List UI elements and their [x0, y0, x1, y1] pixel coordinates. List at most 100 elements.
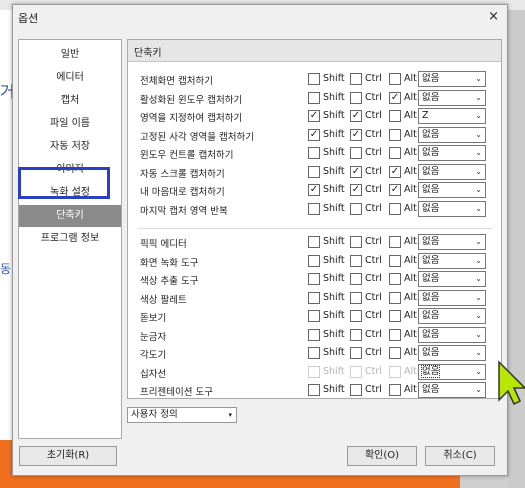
- ctrl-checkbox[interactable]: [350, 310, 362, 322]
- nav-item[interactable]: 파일 이름: [19, 113, 121, 135]
- shortcut-label: 영역을 지정하여 캡처하기: [140, 113, 243, 124]
- key-select-value: 없음: [422, 254, 440, 266]
- key-select[interactable]: 없음 ⌄: [418, 182, 486, 198]
- key-select[interactable]: 없음 ⌄: [418, 252, 486, 269]
- reset-button[interactable]: 초기화(R): [19, 446, 117, 466]
- alt-checkbox[interactable]: [389, 236, 401, 248]
- alt-checkbox[interactable]: ✓: [389, 165, 401, 178]
- nav-item[interactable]: 캡처: [19, 90, 121, 112]
- ctrl-checkbox[interactable]: [350, 384, 362, 396]
- key-select[interactable]: 없음 ⌄: [418, 326, 486, 343]
- shift-checkbox[interactable]: [308, 165, 320, 178]
- ctrl-checkbox[interactable]: [350, 273, 362, 285]
- shift-checkbox[interactable]: ✓: [308, 110, 320, 122]
- key-select[interactable]: 없음 ⌄: [418, 308, 486, 324]
- shortcut-label: 눈금자: [140, 331, 167, 343]
- key-select[interactable]: 없음 ⌄: [418, 289, 486, 306]
- ctrl-checkbox[interactable]: ✓: [350, 128, 362, 141]
- ctrl-label: Ctrl: [365, 273, 382, 284]
- shift-checkbox[interactable]: [308, 73, 320, 85]
- ctrl-checkbox[interactable]: [350, 91, 362, 104]
- alt-checkbox[interactable]: [389, 384, 401, 396]
- key-select[interactable]: 없음 ⌄: [418, 126, 486, 143]
- shift-checkbox[interactable]: [308, 273, 320, 285]
- key-select-value: 없음: [422, 165, 440, 177]
- nav-item[interactable]: 프로그램 정보: [19, 228, 121, 250]
- ctrl-checkbox[interactable]: [350, 202, 362, 215]
- shift-checkbox[interactable]: [308, 347, 320, 359]
- dialog-title: 옵션: [18, 12, 39, 25]
- key-select[interactable]: 없음 ⌄: [418, 89, 486, 106]
- ctrl-label: Ctrl: [365, 91, 382, 103]
- nav-item[interactable]: 에디터: [19, 67, 121, 89]
- nav-item[interactable]: 이미지: [19, 159, 121, 181]
- alt-checkbox[interactable]: [389, 310, 401, 322]
- shift-checkbox[interactable]: [308, 147, 320, 159]
- shift-checkbox[interactable]: [308, 384, 320, 396]
- ctrl-label: Ctrl: [365, 147, 382, 158]
- nav-item[interactable]: 단축키: [19, 205, 121, 227]
- key-select[interactable]: 없음 ⌄: [418, 145, 486, 161]
- shift-checkbox[interactable]: ✓: [308, 184, 320, 196]
- key-select[interactable]: 없음 ⌄: [418, 234, 486, 250]
- key-select-value: 없음: [422, 73, 440, 84]
- key-select[interactable]: Z ⌄: [418, 108, 486, 124]
- ctrl-checkbox[interactable]: [350, 73, 362, 85]
- cancel-button[interactable]: 취소(C): [425, 446, 495, 466]
- ctrl-checkbox[interactable]: [350, 236, 362, 248]
- ctrl-checkbox[interactable]: [350, 328, 362, 341]
- close-icon[interactable]: ×: [488, 9, 499, 24]
- shift-checkbox[interactable]: [308, 291, 320, 304]
- alt-checkbox[interactable]: [389, 147, 401, 159]
- nav-item[interactable]: 자동 저장: [19, 136, 121, 158]
- alt-label: Alt: [404, 347, 417, 358]
- alt-checkbox[interactable]: ✓: [389, 91, 401, 104]
- alt-checkbox[interactable]: [389, 73, 401, 85]
- key-select[interactable]: 없음 ⌄: [418, 271, 486, 287]
- chevron-down-icon: ⌄: [475, 348, 482, 357]
- alt-checkbox[interactable]: [389, 347, 401, 359]
- alt-checkbox[interactable]: [389, 254, 401, 267]
- ctrl-checkbox[interactable]: [350, 254, 362, 267]
- key-select[interactable]: 없음 ⌄: [418, 345, 486, 361]
- ctrl-checkbox[interactable]: [350, 291, 362, 304]
- key-select[interactable]: 없음 ⌄: [418, 200, 486, 217]
- alt-checkbox[interactable]: [389, 273, 401, 285]
- ok-button[interactable]: 확인(O): [347, 446, 417, 466]
- chevron-down-icon: ⌄: [475, 274, 482, 283]
- alt-checkbox[interactable]: ✓: [389, 184, 401, 196]
- ctrl-checkbox[interactable]: [350, 147, 362, 159]
- shift-checkbox[interactable]: [308, 254, 320, 267]
- shortcut-label: 활성화된 윈도우 캡처하기: [140, 94, 243, 106]
- alt-checkbox[interactable]: [389, 328, 401, 341]
- ctrl-checkbox[interactable]: ✓: [350, 184, 362, 196]
- shift-checkbox[interactable]: [308, 236, 320, 248]
- shift-checkbox[interactable]: [308, 202, 320, 215]
- alt-checkbox[interactable]: [389, 202, 401, 215]
- ctrl-checkbox[interactable]: ✓: [350, 110, 362, 122]
- shift-checkbox[interactable]: [308, 91, 320, 104]
- chevron-down-icon: ⌄: [475, 255, 482, 265]
- alt-label: Alt: [404, 236, 417, 247]
- key-select[interactable]: 없음 ⌄: [418, 363, 486, 380]
- alt-label: Alt: [404, 365, 417, 377]
- shift-checkbox[interactable]: [308, 328, 320, 341]
- chevron-down-icon: ⌄: [475, 111, 482, 120]
- shift-checkbox[interactable]: [308, 310, 320, 322]
- key-select[interactable]: 없음 ⌄: [418, 163, 486, 180]
- shortcut-row: 돋보기 Shift Ctrl Alt 없음 ⌄: [128, 307, 501, 325]
- alt-label: Alt: [404, 310, 417, 321]
- shortcut-label: 자동 스크롤 캡처하기: [140, 168, 225, 180]
- key-select[interactable]: 없음 ⌄: [418, 382, 486, 398]
- nav-item[interactable]: 녹화 설정: [19, 182, 121, 204]
- ctrl-checkbox[interactable]: ✓: [350, 165, 362, 178]
- nav-item[interactable]: 일반: [19, 44, 121, 66]
- alt-checkbox[interactable]: [389, 110, 401, 122]
- ctrl-checkbox[interactable]: [350, 347, 362, 359]
- profile-select[interactable]: 사용자 정의 ▾: [127, 407, 237, 423]
- shift-checkbox[interactable]: ✓: [308, 128, 320, 141]
- profile-value: 사용자 정의: [131, 409, 178, 420]
- alt-checkbox[interactable]: [389, 128, 401, 141]
- key-select[interactable]: 없음 ⌄: [418, 71, 486, 87]
- alt-checkbox[interactable]: [389, 291, 401, 304]
